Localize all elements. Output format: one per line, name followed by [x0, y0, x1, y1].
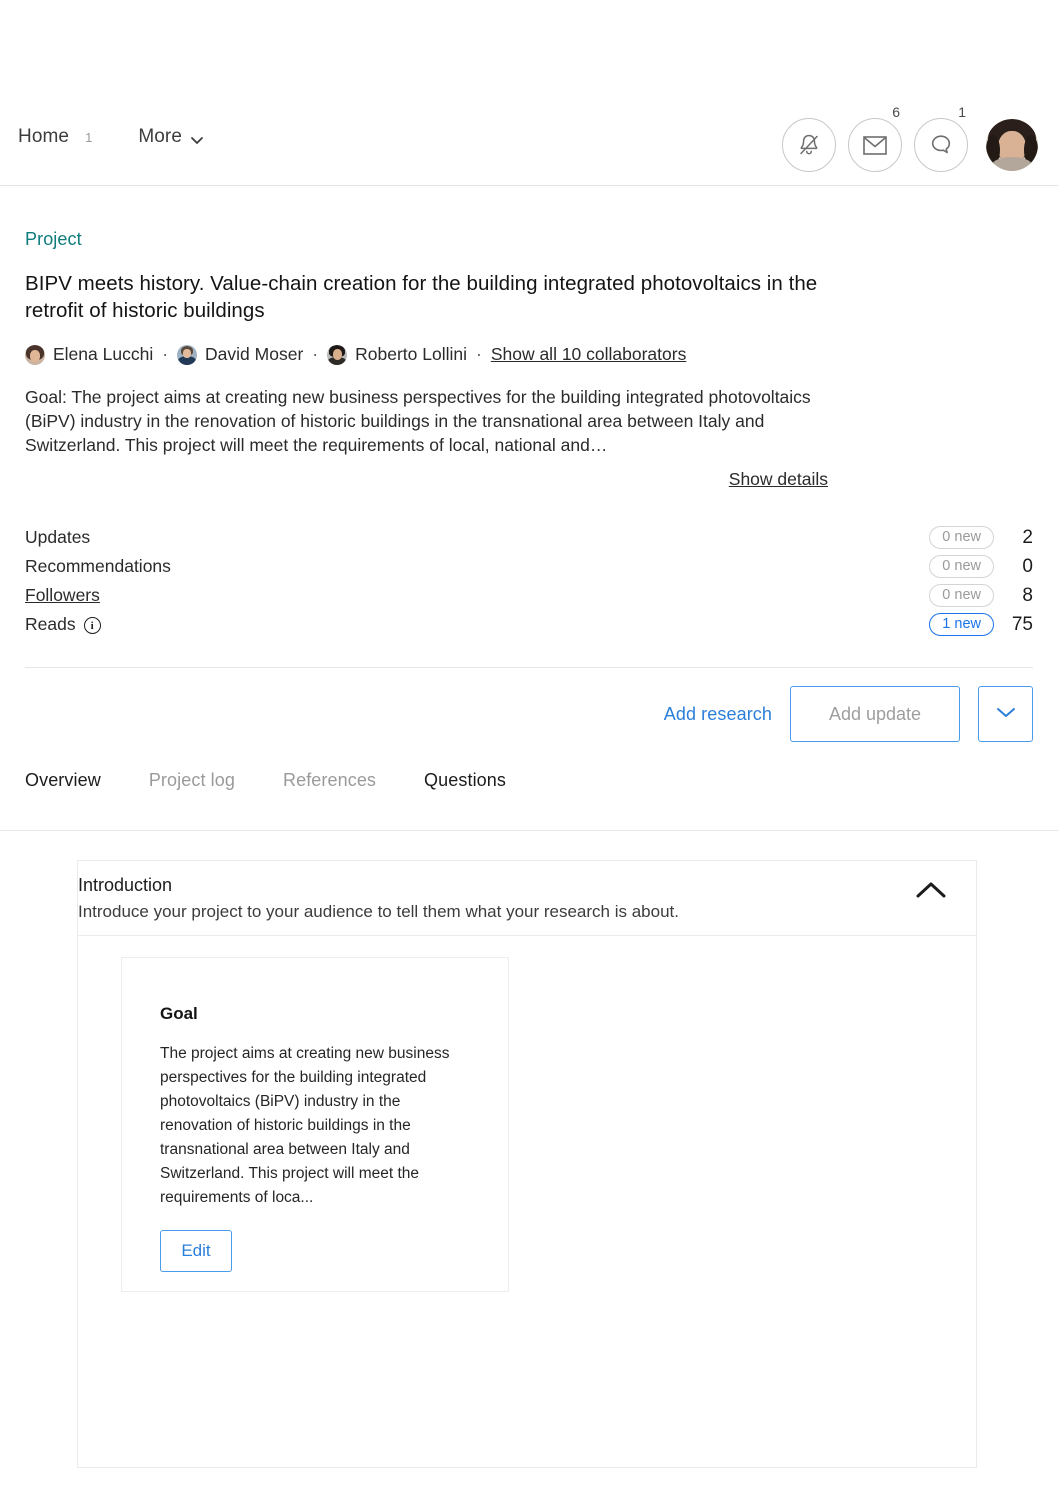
- collaborator-avatar-icon: [177, 344, 198, 365]
- show-all-collaborators-link[interactable]: Show all 10 collaborators: [491, 344, 687, 365]
- nav-item-home-label: Home: [18, 126, 70, 147]
- collaborator-avatar-icon: [25, 344, 45, 365]
- stat-label: Reads: [25, 614, 76, 634]
- nav-item-home-badge: 1: [85, 129, 93, 145]
- stat-row-followers[interactable]: Followers 0 new 8: [25, 581, 1033, 610]
- collaborator-name: Elena Lucchi: [53, 344, 154, 364]
- stat-row-updates: Updates 0 new 2: [25, 523, 1033, 552]
- page-content: Project BIPV meets history. Value-chain …: [0, 186, 1058, 831]
- chevron-up-icon[interactable]: [914, 879, 948, 901]
- collaborator-avatar-icon: [327, 344, 348, 365]
- introduction-panel: Introduction Introduce your project to y…: [77, 860, 977, 1468]
- avatar-body: [992, 157, 1032, 171]
- introduction-header[interactable]: Introduction Introduce your project to y…: [78, 861, 976, 936]
- messages-envelope-icon: [863, 135, 887, 155]
- questions-count-badge: 1: [955, 105, 969, 119]
- action-bar: Add research Add update: [25, 686, 1033, 742]
- info-icon[interactable]: i: [83, 617, 101, 634]
- project-stats: Updates 0 new 2 Recommendations 0 new 0 …: [25, 523, 1033, 639]
- goal-card-body: The project aims at creating new busines…: [160, 1045, 450, 1206]
- add-research-link[interactable]: Add research: [664, 704, 772, 725]
- nav-item-home[interactable]: Home: [18, 126, 69, 148]
- nav-item-more-label: More: [138, 126, 183, 147]
- nav-item-more[interactable]: More: [138, 126, 204, 148]
- chevron-down-icon: [190, 131, 204, 145]
- stat-new-badge: 0 new: [929, 525, 994, 550]
- goal-card-title: Goal: [160, 1004, 198, 1023]
- page-title: BIPV meets history. Value-chain creation…: [25, 272, 818, 322]
- show-details-link[interactable]: Show details: [729, 469, 828, 489]
- introduction-subtitle: Introduce your project to your audience …: [78, 902, 679, 921]
- collaborator-0[interactable]: Elena Lucchi: [25, 344, 153, 365]
- tab-references[interactable]: References: [283, 770, 376, 791]
- stat-values: 0 new 2: [929, 525, 1033, 550]
- add-update-button[interactable]: Add update: [790, 686, 960, 742]
- primary-nav: Home 1 More: [18, 126, 204, 148]
- collaborators-row: Elena Lucchi · David Moser · Roberto Lol…: [25, 344, 1033, 365]
- project-page: Home 1 More 6 1 Project BIPV meets histo…: [0, 0, 1058, 1495]
- collaborator-separator: ·: [475, 344, 482, 364]
- stat-values: 1 new 75: [929, 612, 1033, 637]
- stat-count: 75: [1011, 613, 1033, 635]
- tabs-divider: [0, 830, 1058, 831]
- collaborator-name: David Moser: [205, 344, 304, 364]
- stat-new-badge: 0 new: [929, 554, 994, 579]
- stat-values: 0 new 0: [929, 554, 1033, 579]
- project-goal-summary: Goal: The project aims at creating new b…: [25, 387, 811, 455]
- stat-label: Updates: [25, 527, 91, 547]
- tab-questions[interactable]: Questions: [424, 770, 506, 791]
- messages-button[interactable]: 6: [848, 105, 903, 172]
- questions-button[interactable]: 1: [914, 105, 969, 172]
- section-tabs: Overview Project log References Question…: [25, 770, 1033, 830]
- stat-label: Recommendations: [25, 556, 171, 576]
- goal-card-inner: Goal The project aims at creating new bu…: [122, 958, 508, 1272]
- stat-row-recommendations: Recommendations 0 new 0: [25, 552, 1033, 581]
- goal-card: Goal The project aims at creating new bu…: [121, 957, 509, 1292]
- collaborator-2[interactable]: Roberto Lollini: [327, 344, 467, 365]
- questions-bubble-icon: [931, 135, 951, 154]
- stat-new-badge[interactable]: 1 new: [929, 612, 994, 637]
- site-header: Home 1 More 6 1: [0, 0, 1058, 186]
- stat-values: 0 new 8: [929, 583, 1033, 608]
- header-actions: 6 1: [782, 105, 1038, 172]
- stat-count: 8: [1022, 584, 1033, 606]
- notifications-button[interactable]: [782, 118, 836, 172]
- messages-count-badge: 6: [889, 105, 903, 119]
- collaborator-separator: ·: [162, 344, 169, 364]
- edit-goal-label: Edit: [181, 1241, 211, 1260]
- stat-count: 2: [1022, 526, 1033, 548]
- user-avatar[interactable]: [986, 119, 1038, 171]
- show-details-row: Show details: [25, 469, 1033, 490]
- add-update-label: Add update: [828, 703, 922, 724]
- tab-overview[interactable]: Overview: [25, 770, 101, 791]
- stat-count: 0: [1022, 555, 1033, 577]
- tab-project-log[interactable]: Project log: [149, 770, 235, 791]
- introduction-header-text: Introduction Introduce your project to y…: [78, 875, 976, 922]
- add-update-dropdown-button[interactable]: [978, 686, 1033, 742]
- collaborator-name: Roberto Lollini: [355, 344, 467, 364]
- stat-new-badge: 0 new: [929, 583, 994, 608]
- stat-label[interactable]: Followers: [25, 585, 100, 606]
- chevron-down-icon: [995, 705, 1017, 724]
- edit-goal-button[interactable]: Edit: [160, 1230, 232, 1272]
- collaborator-separator: ·: [312, 344, 319, 364]
- stats-divider: [25, 667, 1033, 668]
- notifications-bell-icon: [800, 134, 818, 155]
- stat-row-reads: Reads i 1 new 75: [25, 610, 1033, 639]
- introduction-title: Introduction: [78, 875, 173, 895]
- collaborator-1[interactable]: David Moser: [177, 344, 303, 365]
- content-type-label[interactable]: Project: [25, 229, 1033, 250]
